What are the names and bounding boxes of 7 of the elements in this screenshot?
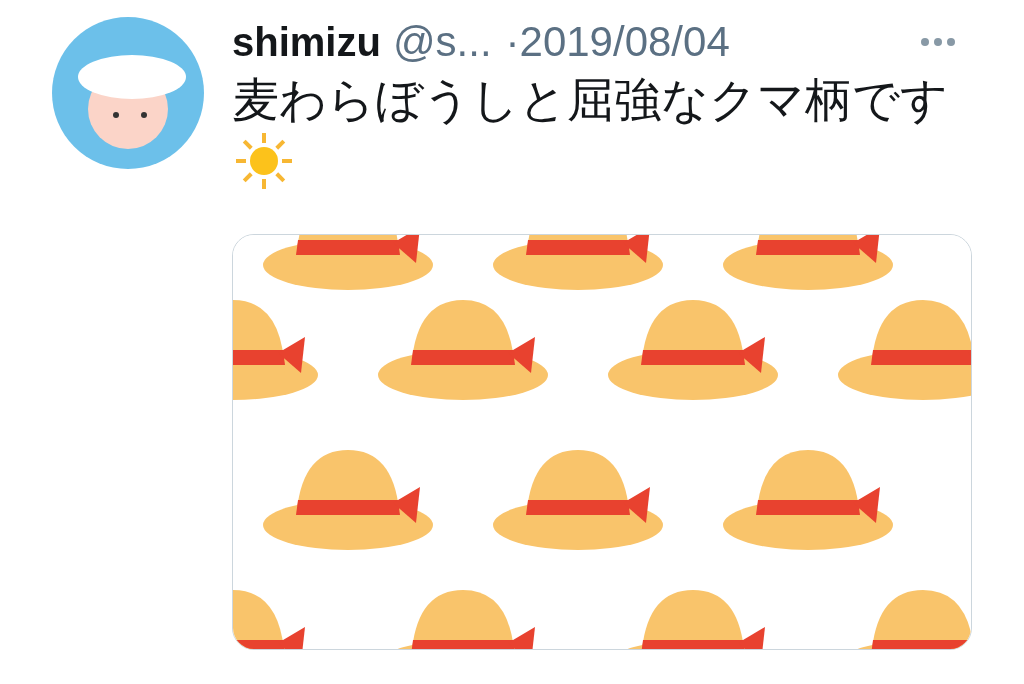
straw-hat-pattern-drawing[interactable]: [232, 234, 972, 650]
author-name[interactable]: shimizu: [232, 19, 381, 65]
avatar-icon[interactable]: [52, 17, 204, 169]
more-icon[interactable]: [920, 37, 956, 47]
tweet-date[interactable]: ·2019/08/04: [505, 18, 730, 66]
author-handle[interactable]: @s...: [392, 18, 492, 66]
tweet-text: 麦わらぼうしと屈強なクマ柄です: [232, 73, 948, 126]
